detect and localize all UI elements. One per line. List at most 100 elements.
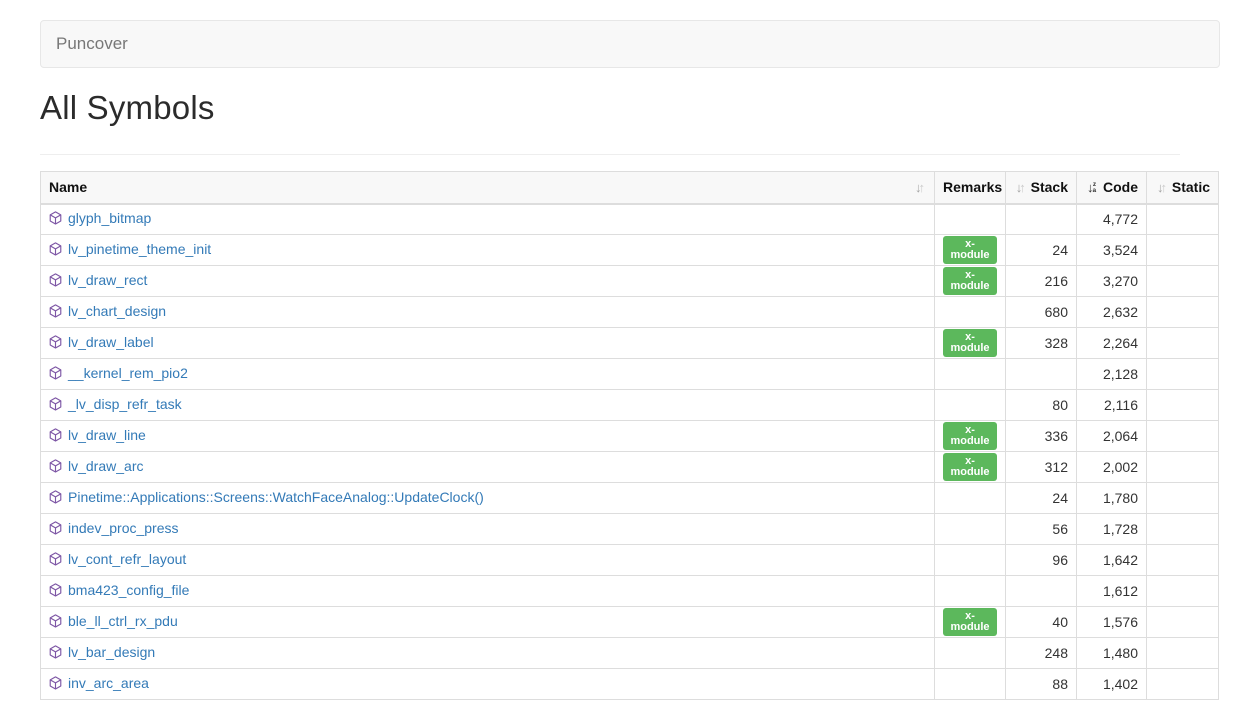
column-label-stack: Stack [1031,179,1068,195]
symbol-link[interactable]: lv_chart_design [68,303,166,319]
sort-descending-icon: ↓za [1087,181,1096,194]
symbols-table: Name ↓↑ Remarks ↓↑ Stack ↓za Code ↓↑ [40,171,1219,700]
static-cell [1147,297,1219,328]
static-cell [1147,359,1219,390]
symbol-link[interactable]: ble_ll_ctrl_rx_pdu [68,613,178,629]
remarks-cell [935,483,1006,514]
remarks-cell [935,638,1006,669]
static-cell [1147,545,1219,576]
symbols-table-body: glyph_bitmap 4,772 lv_pinetime_theme_ini… [41,204,1219,700]
static-cell [1147,328,1219,359]
code-cell: 3,524 [1077,235,1147,266]
symbol-link[interactable]: _lv_disp_refr_task [68,396,182,412]
table-row: lv_draw_rect x-module 216 3,270 [41,266,1219,297]
code-cell: 2,116 [1077,390,1147,421]
remarks-cell [935,545,1006,576]
stack-cell: 216 [1006,266,1077,297]
column-header-stack[interactable]: ↓↑ Stack [1006,172,1077,204]
table-row: glyph_bitmap 4,772 [41,204,1219,235]
symbol-link[interactable]: lv_cont_refr_layout [68,551,186,567]
column-header-name[interactable]: Name ↓↑ [41,172,935,204]
cube-icon [49,211,62,228]
symbol-name-cell: lv_draw_arc [41,452,935,483]
symbol-link[interactable]: inv_arc_area [68,675,149,691]
code-cell: 2,264 [1077,328,1147,359]
symbol-link[interactable]: bma423_config_file [68,582,189,598]
stack-cell: 24 [1006,235,1077,266]
code-cell: 1,642 [1077,545,1147,576]
symbol-name-cell: bma423_config_file [41,576,935,607]
static-cell [1147,421,1219,452]
remarks-cell [935,669,1006,700]
symbol-name-cell: lv_draw_line [41,421,935,452]
code-cell: 1,576 [1077,607,1147,638]
static-cell [1147,483,1219,514]
cube-icon [49,366,62,383]
table-row: Pinetime::Applications::Screens::WatchFa… [41,483,1219,514]
navbar: Puncover [40,20,1220,68]
cube-icon [49,490,62,507]
symbol-link[interactable]: lv_draw_arc [68,458,143,474]
code-cell: 3,270 [1077,266,1147,297]
symbol-name-cell: _lv_disp_refr_task [41,390,935,421]
symbol-name-cell: __kernel_rem_pio2 [41,359,935,390]
table-row: lv_bar_design 248 1,480 [41,638,1219,669]
stack-cell [1006,204,1077,235]
table-row: indev_proc_press 56 1,728 [41,514,1219,545]
table-row: inv_arc_area 88 1,402 [41,669,1219,700]
column-header-code[interactable]: ↓za Code [1077,172,1147,204]
table-header-row: Name ↓↑ Remarks ↓↑ Stack ↓za Code ↓↑ [41,172,1219,204]
symbol-link[interactable]: Pinetime::Applications::Screens::WatchFa… [68,489,484,505]
symbol-name-cell: Pinetime::Applications::Screens::WatchFa… [41,483,935,514]
column-header-static[interactable]: ↓↑ Static [1147,172,1219,204]
column-header-remarks[interactable]: Remarks [935,172,1006,204]
symbol-link[interactable]: glyph_bitmap [68,210,151,226]
column-label-name: Name [49,179,87,195]
sort-icon: ↓↑ [1016,181,1024,194]
symbol-link[interactable]: lv_draw_rect [68,272,147,288]
table-row: lv_draw_arc x-module 312 2,002 [41,452,1219,483]
cube-icon [49,552,62,569]
table-row: lv_draw_label x-module 328 2,264 [41,328,1219,359]
cube-icon [49,614,62,631]
navbar-brand[interactable]: Puncover [41,34,143,54]
remarks-cell [935,297,1006,328]
static-cell [1147,452,1219,483]
x-module-badge: x-module [943,267,997,295]
cube-icon [49,242,62,259]
cube-icon [49,335,62,352]
symbol-name-cell: lv_draw_rect [41,266,935,297]
symbol-name-cell: ble_ll_ctrl_rx_pdu [41,607,935,638]
remarks-cell: x-module [935,452,1006,483]
table-row: lv_chart_design 680 2,632 [41,297,1219,328]
symbol-name-cell: inv_arc_area [41,669,935,700]
static-cell [1147,669,1219,700]
symbol-link[interactable]: lv_draw_label [68,334,154,350]
symbol-link[interactable]: __kernel_rem_pio2 [68,365,188,381]
stack-cell: 328 [1006,328,1077,359]
remarks-cell: x-module [935,328,1006,359]
symbol-link[interactable]: indev_proc_press [68,520,179,536]
code-cell: 1,612 [1077,576,1147,607]
cube-icon [49,304,62,321]
cube-icon [49,521,62,538]
symbol-name-cell: glyph_bitmap [41,204,935,235]
static-cell [1147,390,1219,421]
page-container: Puncover All Symbols Name ↓↑ Remarks ↓↑ [40,20,1220,700]
stack-cell: 680 [1006,297,1077,328]
symbol-name-cell: lv_chart_design [41,297,935,328]
column-label-static: Static [1172,179,1210,195]
symbol-link[interactable]: lv_bar_design [68,644,155,660]
symbol-link[interactable]: lv_draw_line [68,427,146,443]
static-cell [1147,576,1219,607]
cube-icon [49,273,62,290]
stack-cell: 40 [1006,607,1077,638]
stack-cell: 80 [1006,390,1077,421]
table-row: lv_pinetime_theme_init x-module 24 3,524 [41,235,1219,266]
symbol-link[interactable]: lv_pinetime_theme_init [68,241,211,257]
remarks-cell: x-module [935,266,1006,297]
stack-cell [1006,576,1077,607]
column-label-code: Code [1103,179,1138,195]
table-row: _lv_disp_refr_task 80 2,116 [41,390,1219,421]
code-cell: 1,480 [1077,638,1147,669]
